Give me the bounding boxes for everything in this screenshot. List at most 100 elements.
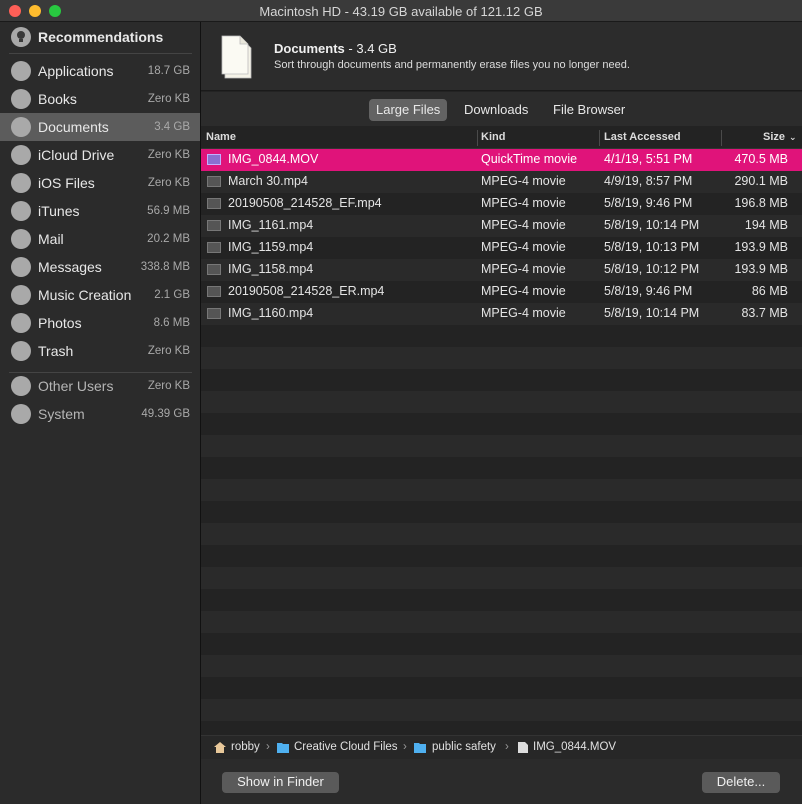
file-icon <box>518 742 528 753</box>
sidebar-item-photos[interactable]: Photos 8.6 MB <box>0 309 200 337</box>
sidebar-item-mail[interactable]: Mail 20.2 MB <box>0 225 200 253</box>
sidebar-item-applications[interactable]: Applications 18.7 GB <box>0 57 200 85</box>
tab-file-browser[interactable]: File Browser <box>546 99 632 121</box>
table-row[interactable]: IMG_1161.mp4 MPEG-4 movie 5/8/19, 10:14 PM… <box>201 215 802 237</box>
sidebar-item-trash[interactable]: Trash Zero KB <box>0 337 200 365</box>
sidebar-item-label: iOS Files <box>38 175 95 191</box>
sidebar-item-label: Mail <box>38 231 64 247</box>
video-thumbnail-icon <box>207 242 221 253</box>
cell-name: IMG_1158.mp4 <box>228 262 314 276</box>
video-thumbnail-icon <box>207 264 221 275</box>
sidebar-item-label: Documents <box>38 119 109 135</box>
delete-button[interactable]: Delete... <box>702 772 780 793</box>
page-title: Documents - 3.4 GB <box>274 41 397 56</box>
path-item-folder[interactable]: Creative Cloud Files <box>294 741 398 753</box>
empty-row <box>201 589 802 611</box>
cell-name: 20190508_214528_EF.mp4 <box>228 196 382 210</box>
table-row[interactable]: March 30.mp4 MPEG-4 movie 4/9/19, 8:57 PM 2… <box>201 171 802 193</box>
cell-size: 470.5 MB <box>734 152 788 166</box>
books-icon <box>11 89 31 109</box>
guitar-icon <box>11 285 31 305</box>
sidebar-item-size: 8.6 MB <box>153 317 190 329</box>
column-header-last-accessed[interactable]: Last Accessed <box>604 131 681 143</box>
documents-icon <box>11 117 31 137</box>
empty-row <box>201 523 802 545</box>
cell-size: 290.1 MB <box>734 174 788 188</box>
path-separator-icon: › <box>403 741 407 753</box>
sidebar-item-label: iTunes <box>38 203 80 219</box>
photos-icon <box>11 313 31 333</box>
sidebar-item-size: Zero KB <box>147 93 190 105</box>
lightbulb-icon <box>11 27 31 47</box>
cell-name: IMG_0844.MOV <box>228 152 319 166</box>
sidebar-item-itunes[interactable]: iTunes 56.9 MB <box>0 197 200 225</box>
sidebar-item-music-creation[interactable]: Music Creation 2.1 GB <box>0 281 200 309</box>
column-divider[interactable] <box>599 130 600 146</box>
cell-kind: MPEG-4 movie <box>481 262 566 276</box>
path-item-home[interactable]: robby <box>231 741 260 753</box>
tab-downloads[interactable]: Downloads <box>457 99 535 121</box>
column-divider[interactable] <box>477 130 478 146</box>
sidebar-item-system[interactable]: System 49.39 GB <box>0 400 200 428</box>
page-description: Sort through documents and permanently e… <box>274 59 630 71</box>
sidebar-item-size: 3.4 GB <box>154 121 190 133</box>
sidebar-item-messages[interactable]: Messages 338.8 MB <box>0 253 200 281</box>
table-row[interactable]: IMG_1158.mp4 MPEG-4 movie 5/8/19, 10:12 PM… <box>201 259 802 281</box>
cell-last-accessed: 5/8/19, 10:13 PM <box>604 240 700 254</box>
sidebar-item-documents[interactable]: Documents 3.4 GB <box>0 113 200 141</box>
sidebar-item-size: Zero KB <box>147 149 190 161</box>
empty-row <box>201 391 802 413</box>
sidebar-item-other-users[interactable]: Other Users Zero KB <box>0 372 200 400</box>
empty-row <box>201 479 802 501</box>
phone-icon <box>11 173 31 193</box>
sidebar-item-books[interactable]: Books Zero KB <box>0 85 200 113</box>
table-row[interactable]: IMG_0844.MOV QuickTime movie 4/1/19, 5:51 … <box>201 149 802 171</box>
cell-name: IMG_1160.mp4 <box>228 306 314 320</box>
empty-row <box>201 347 802 369</box>
empty-row <box>201 435 802 457</box>
sidebar: Recommendations Applications 18.7 GB Books… <box>0 22 201 804</box>
cell-kind: MPEG-4 movie <box>481 218 566 232</box>
cell-size: 86 MB <box>751 284 788 298</box>
cell-kind: MPEG-4 movie <box>481 240 566 254</box>
empty-row <box>201 545 802 567</box>
users-icon <box>11 376 31 396</box>
table-row[interactable]: IMG_1160.mp4 MPEG-4 movie 5/8/19, 10:14 PM… <box>201 303 802 325</box>
show-in-finder-button[interactable]: Show in Finder <box>222 772 339 793</box>
cell-size: 193.9 MB <box>734 240 788 254</box>
column-header-size[interactable]: Size <box>763 131 785 143</box>
tab-large-files[interactable]: Large Files <box>369 99 448 121</box>
cell-last-accessed: 5/8/19, 10:14 PM <box>604 218 700 232</box>
video-thumbnail-icon <box>207 286 221 297</box>
cell-name: IMG_1159.mp4 <box>228 240 314 254</box>
documents-icon <box>221 35 252 79</box>
mail-icon <box>11 229 31 249</box>
empty-row <box>201 413 802 435</box>
sidebar-item-label: Other Users <box>38 378 114 394</box>
sidebar-item-size: Zero KB <box>147 177 190 189</box>
video-thumbnail-icon <box>207 308 221 319</box>
sidebar-item-recommendations[interactable]: Recommendations <box>0 23 200 51</box>
sidebar-divider <box>9 53 192 54</box>
icloud-icon <box>11 145 31 165</box>
empty-row <box>201 699 802 721</box>
table-row[interactable]: IMG_1159.mp4 MPEG-4 movie 5/8/19, 10:13 PM… <box>201 237 802 259</box>
path-item-folder[interactable]: public safety <box>432 741 496 753</box>
empty-row <box>201 633 802 655</box>
sidebar-item-icloud-drive[interactable]: iCloud Drive Zero KB <box>0 141 200 169</box>
empty-row <box>201 567 802 589</box>
sidebar-item-label: System <box>38 406 85 422</box>
table-row[interactable]: 20190508_214528_ER.mp4 MPEG-4 movie 5/8/19… <box>201 281 802 303</box>
column-header-name[interactable]: Name <box>206 131 236 143</box>
music-note-icon <box>11 201 31 221</box>
path-item-file[interactable]: IMG_0844.MOV <box>533 741 616 753</box>
column-header-kind[interactable]: Kind <box>481 131 505 143</box>
table-row[interactable]: 20190508_214528_EF.mp4 MPEG-4 movie 5/8/19… <box>201 193 802 215</box>
column-divider[interactable] <box>721 130 722 146</box>
video-thumbnail-icon <box>207 220 221 231</box>
sidebar-item-size: 56.9 MB <box>147 205 190 217</box>
trash-icon <box>11 341 31 361</box>
sidebar-item-ios-files[interactable]: iOS Files Zero KB <box>0 169 200 197</box>
messages-icon <box>11 257 31 277</box>
empty-row <box>201 457 802 479</box>
